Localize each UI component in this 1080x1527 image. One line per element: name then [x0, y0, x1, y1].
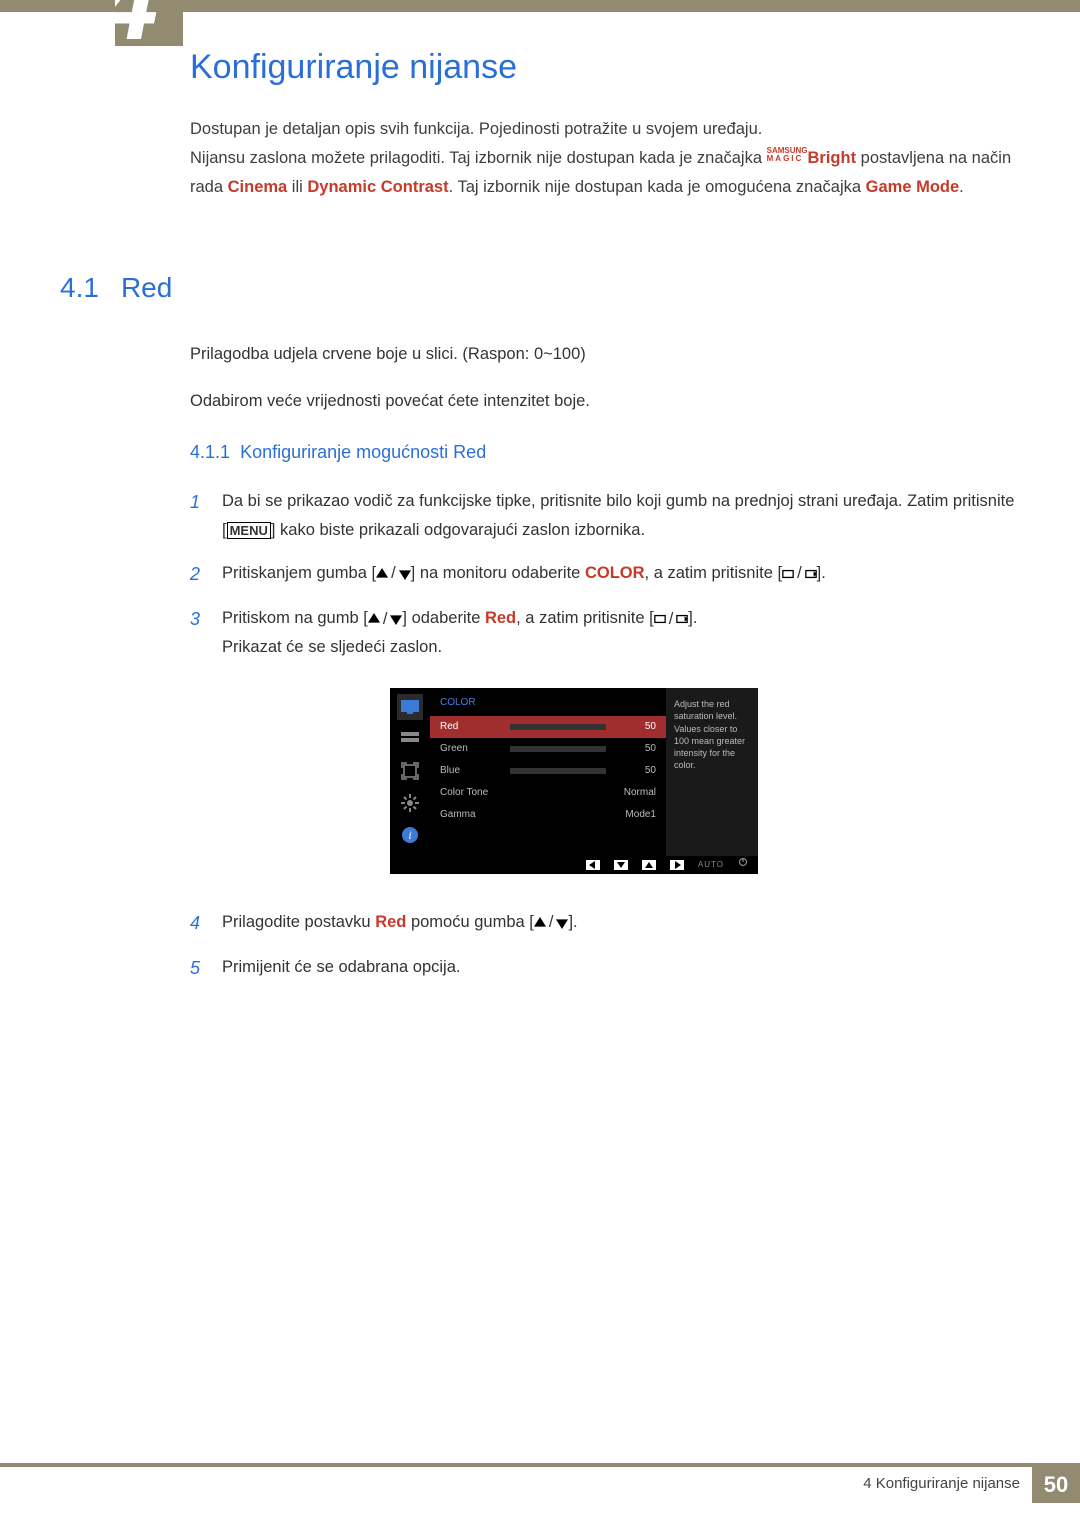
- osd-sidebar: i: [390, 688, 430, 874]
- osd-panel: i COLOR Red 50 Green 50 Blue 50 Color Tone Normal…: [390, 688, 758, 874]
- step-2: 2Pritiskanjem gumba [/] na monitoru odab…: [190, 559, 1022, 591]
- osd-help-text: Adjust the red saturation level. Values …: [666, 688, 758, 874]
- size-icon: [397, 758, 423, 784]
- subsection-heading: 4.1.1 Konfiguriranje mogućnosti Red: [190, 442, 1022, 463]
- step-4: 4Prilagodite postavku Red pomoću gumba […: [190, 908, 1022, 940]
- chapter-number: 4: [115, 0, 158, 46]
- enter-source-icon: /: [654, 605, 689, 634]
- osd-slider: [510, 768, 606, 774]
- step-text: Da bi se prikazao vodič za funkcijske ti…: [222, 487, 1022, 545]
- section-number: 4.1: [60, 272, 99, 304]
- step-text: Prilagodite postavku Red pomoću gumba [/…: [222, 908, 1022, 940]
- down-icon: [614, 860, 628, 870]
- section-heading: 4.1 Red: [60, 272, 1022, 304]
- color-icon: [397, 726, 423, 752]
- menu-button-label: MENU: [227, 522, 271, 539]
- page-footer: 4 Konfiguriranje nijanse 50: [0, 1463, 1080, 1499]
- osd-row-label: Color Tone: [440, 784, 502, 802]
- up-down-icon: /: [368, 605, 403, 634]
- picture-icon: [397, 694, 423, 720]
- osd-row-blue: Blue 50: [430, 760, 666, 782]
- intro-block: Dostupan je detaljan opis svih funkcija.…: [190, 115, 1022, 202]
- up-down-icon: /: [376, 559, 411, 588]
- osd-title: COLOR: [430, 688, 666, 716]
- step-text: Pritiskom na gumb [/] odaberite Red, a z…: [222, 604, 1022, 662]
- osd-row-color-tone: Color Tone Normal: [430, 782, 666, 804]
- osd-row-label: Gamma: [440, 806, 502, 824]
- osd-row-red: Red 50: [430, 716, 666, 738]
- page-title: Konfiguriranje nijanse: [190, 48, 1022, 87]
- osd-row-label: Blue: [440, 762, 502, 780]
- step-number: 2: [190, 559, 222, 591]
- step-text: Primijenit će se odabrana opcija.: [222, 953, 1022, 985]
- osd-row-value: 50: [614, 762, 656, 780]
- step-text: Pritiskanjem gumba [/] na monitoru odabe…: [222, 559, 1022, 591]
- section-p2: Odabirom veće vrijednosti povećat ćete i…: [190, 387, 1022, 416]
- step-5: 5Primijenit će se odabrana opcija.: [190, 953, 1022, 985]
- osd-slider: [510, 746, 606, 752]
- osd-slider: [510, 724, 606, 730]
- section-4-1: 4.1 Red Prilagodba udjela crvene boje u …: [60, 272, 1022, 999]
- section-title: Red: [121, 272, 172, 304]
- osd-row-green: Green 50: [430, 738, 666, 760]
- page-content: Konfiguriranje nijanse Dostupan je detal…: [190, 48, 1022, 202]
- right-icon: [670, 860, 684, 870]
- info-icon: i: [397, 822, 423, 848]
- osd-row-value: Normal: [614, 784, 656, 802]
- step-number: 4: [190, 908, 222, 940]
- left-icon: [586, 860, 600, 870]
- osd-row-value: 50: [614, 718, 656, 736]
- footer-text: 4 Konfiguriranje nijanse: [851, 1467, 1032, 1503]
- osd-control-bar: AUTO: [576, 856, 758, 874]
- intro-line2: Nijansu zaslona možete prilagoditi. Taj …: [190, 144, 1022, 202]
- chapter-tab: 4: [115, 0, 183, 46]
- osd-row-gamma: Gamma Mode1: [430, 804, 666, 826]
- power-icon: [738, 856, 748, 874]
- osd-row-value: 50: [614, 740, 656, 758]
- up-down-icon: /: [534, 908, 569, 937]
- osd-screenshot-container: i COLOR Red 50 Green 50 Blue 50 Color Tone Normal…: [190, 676, 1022, 894]
- step-number: 1: [190, 487, 222, 545]
- footer-page-number: 50: [1032, 1467, 1080, 1503]
- settings-icon: [397, 790, 423, 816]
- step-number: 5: [190, 953, 222, 985]
- osd-row-label: Green: [440, 740, 502, 758]
- enter-source-icon: /: [782, 559, 817, 588]
- section-p1: Prilagodba udjela crvene boje u slici. (…: [190, 340, 1022, 369]
- svg-text:i: i: [408, 828, 411, 842]
- step-number: 3: [190, 604, 222, 662]
- osd-row-label: Red: [440, 718, 502, 736]
- auto-label: AUTO: [698, 858, 724, 872]
- step-1: 1Da bi se prikazao vodič za funkcijske t…: [190, 487, 1022, 545]
- osd-row-value: Mode1: [614, 806, 656, 824]
- step-3: 3Pritiskom na gumb [/] odaberite Red, a …: [190, 604, 1022, 662]
- osd-main: COLOR Red 50 Green 50 Blue 50 Color Tone Normal G…: [430, 688, 666, 874]
- steps-list: 1Da bi se prikazao vodič za funkcijske t…: [190, 487, 1022, 985]
- samsung-magic-logo: SAMSUNGMAGIC: [767, 147, 808, 163]
- intro-line1: Dostupan je detaljan opis svih funkcija.…: [190, 115, 1022, 144]
- up-icon: [642, 860, 656, 870]
